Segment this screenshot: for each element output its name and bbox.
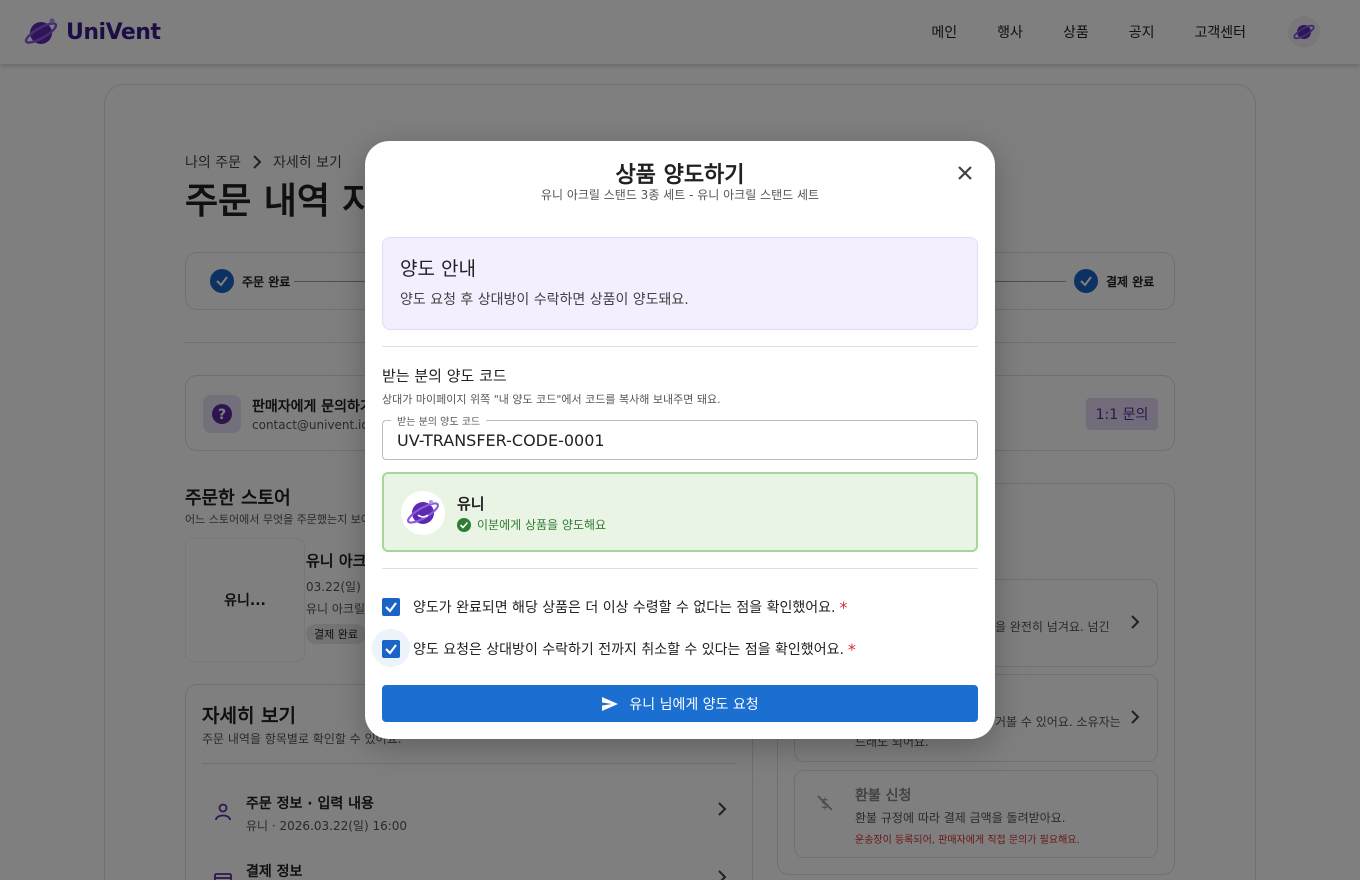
send-icon [602,696,619,711]
modal-title: 상품 양도하기 [615,163,745,188]
code-label: 받는 분의 양도 코드 [382,367,507,385]
close-icon [958,166,972,180]
recipient-name: 유니 [457,495,485,513]
modal-divider [382,346,978,347]
confirm-cancelable-checkbox[interactable] [382,640,400,658]
notice-text: 양도 요청 후 상대방이 수락하면 상품이 양도돼요. [400,292,689,308]
required-mark: * [839,597,848,617]
confirm-no-receive-checkbox[interactable] [382,598,400,616]
planet-avatar-icon [406,500,440,524]
confirm-no-receive-row[interactable]: 양도가 완료되면 해당 상품은 더 이상 수령할 수 없다는 점을 확인했어요.… [382,597,847,617]
request-transfer-button[interactable]: 유니 님에게 양도 요청 [382,685,978,722]
modal-divider [382,568,978,569]
close-button[interactable] [953,161,977,185]
confirm-cancelable-row[interactable]: 양도 요청은 상대방이 수락하기 전까지 취소할 수 있다는 점을 확인했어요.… [372,629,856,667]
check-circle-icon [457,517,471,532]
required-mark: * [847,639,856,659]
modal-subtitle: 유니 아크릴 스탠드 3종 세트 - 유니 아크릴 스탠드 세트 [540,188,820,202]
submit-label: 유니 님에게 양도 요청 [629,696,759,713]
transfer-product-modal: 상품 양도하기 유니 아크릴 스탠드 3종 세트 - 유니 아크릴 스탠드 세트… [365,141,995,739]
input-floating-label: 받는 분의 양도 코드 [391,413,487,428]
checkbox-label: 양도가 완료되면 해당 상품은 더 이상 수령할 수 없다는 점을 확인했어요. [413,600,836,616]
checkmark-icon [385,602,397,613]
checkmark-icon [385,644,397,655]
input-value: UV-TRANSFER-CODE-0001 [397,431,605,450]
recipient-status-text: 이분에게 상품을 양도해요 [477,518,607,532]
transfer-notice: 양도 안내 양도 요청 후 상대방이 수락하면 상품이 양도돼요. [382,237,978,330]
transfer-code-input[interactable]: 받는 분의 양도 코드 UV-TRANSFER-CODE-0001 [382,413,978,460]
checkbox-label: 양도 요청은 상대방이 수락하기 전까지 취소할 수 있다는 점을 확인했어요. [413,642,844,658]
code-help-text: 상대가 마이페이지 위쪽 "내 양도 코드"에서 코드를 복사해 보내주면 돼요… [382,393,721,406]
recipient-card: 유니 이분에게 상품을 양도해요 [382,472,978,552]
recipient-status: 이분에게 상품을 양도해요 [457,516,606,533]
recipient-avatar [401,491,445,535]
notice-title: 양도 안내 [400,258,476,280]
